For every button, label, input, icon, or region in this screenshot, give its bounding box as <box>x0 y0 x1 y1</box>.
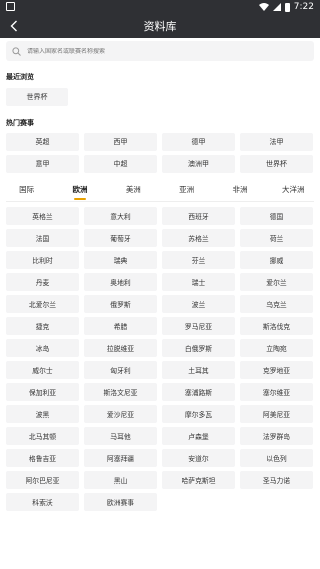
country-item[interactable]: 白俄罗斯 <box>162 339 235 357</box>
country-item[interactable]: 摩尔多瓦 <box>162 405 235 423</box>
country-item[interactable]: 阿塞拜疆 <box>84 449 157 467</box>
country-item[interactable]: 安道尔 <box>162 449 235 467</box>
country-item[interactable]: 奥地利 <box>84 273 157 291</box>
tab-0[interactable]: 国际 <box>0 183 53 201</box>
tab-5[interactable]: 大洋洲 <box>267 183 320 201</box>
country-item[interactable]: 威尔士 <box>6 361 79 379</box>
country-item[interactable]: 冰岛 <box>6 339 79 357</box>
region-tabs: 国际 欧洲 美洲 亚洲 非洲 大洋洲 <box>0 183 320 201</box>
search-icon <box>12 46 21 56</box>
country-item[interactable]: 土耳其 <box>162 361 235 379</box>
country-item[interactable]: 科索沃 <box>6 493 79 511</box>
back-button[interactable] <box>6 18 22 34</box>
hot-league-item[interactable]: 西甲 <box>84 133 157 151</box>
country-grid: 英格兰 意大利 西班牙 德国法国 葡萄牙 苏格兰 荷兰比利时 瑞典 芬兰 挪威丹麦 奥地利 瑞士 爱尔兰… <box>0 207 320 511</box>
hot-league-item[interactable]: 德甲 <box>162 133 235 151</box>
divider <box>6 201 314 202</box>
country-item[interactable]: 捷克 <box>6 317 79 335</box>
country-item[interactable]: 瑞士 <box>162 273 235 291</box>
country-item[interactable]: 阿美尼亚 <box>240 405 313 423</box>
country-item[interactable]: 波兰 <box>162 295 235 313</box>
country-item[interactable]: 斯洛伐克 <box>240 317 313 335</box>
country-item[interactable]: 北马其顿 <box>6 427 79 445</box>
hot-league-item[interactable]: 澳洲甲 <box>162 155 235 173</box>
country-item[interactable]: 意大利 <box>84 207 157 225</box>
country-item[interactable]: 西班牙 <box>162 207 235 225</box>
recent-title: 最近浏览 <box>6 73 34 81</box>
country-item[interactable]: 欧洲赛事 <box>84 493 157 511</box>
country-item[interactable]: 荷兰 <box>240 229 313 247</box>
hot-leagues-grid: 英超 西甲 德甲 法甲意甲 中超 澳洲甲 世界杯 <box>0 133 320 173</box>
country-item[interactable]: 哈萨克斯坦 <box>162 471 235 489</box>
tab-1[interactable]: 欧洲 <box>53 183 106 201</box>
country-item[interactable]: 圣马力诺 <box>240 471 313 489</box>
country-item[interactable]: 英格兰 <box>6 207 79 225</box>
page-title: 资料库 <box>143 20 177 33</box>
hot-league-item[interactable]: 英超 <box>6 133 79 151</box>
signal-icon <box>272 3 281 11</box>
country-item[interactable]: 北爱尔兰 <box>6 295 79 313</box>
country-item[interactable]: 塞浦路斯 <box>162 383 235 401</box>
country-item[interactable]: 卢森堡 <box>162 427 235 445</box>
hot-league-item[interactable]: 法甲 <box>240 133 313 151</box>
country-item[interactable]: 比利时 <box>6 251 79 269</box>
country-item[interactable]: 挪威 <box>240 251 313 269</box>
country-item[interactable]: 丹麦 <box>6 273 79 291</box>
country-item[interactable]: 瑞典 <box>84 251 157 269</box>
country-item[interactable]: 黑山 <box>84 471 157 489</box>
country-item[interactable]: 塞尔维亚 <box>240 383 313 401</box>
country-item[interactable]: 法国 <box>6 229 79 247</box>
country-item[interactable]: 克罗地亚 <box>240 361 313 379</box>
search-bar[interactable] <box>6 41 314 61</box>
country-item[interactable]: 拉脱维亚 <box>84 339 157 357</box>
country-item[interactable]: 马耳他 <box>84 427 157 445</box>
status-bar: 7:22 <box>0 0 320 14</box>
country-item[interactable]: 格鲁吉亚 <box>6 449 79 467</box>
wifi-icon <box>258 3 269 11</box>
country-item[interactable]: 爱尔兰 <box>240 273 313 291</box>
country-item[interactable]: 斯洛文尼亚 <box>84 383 157 401</box>
battery-icon <box>284 2 290 12</box>
recent-item[interactable]: 世界杯 <box>6 88 68 106</box>
country-item[interactable]: 匈牙利 <box>84 361 157 379</box>
country-item[interactable]: 芬兰 <box>162 251 235 269</box>
hot-title: 热门赛事 <box>6 119 34 127</box>
country-item[interactable]: 立陶宛 <box>240 339 313 357</box>
chevron-left-icon <box>10 20 17 32</box>
country-item[interactable]: 德国 <box>240 207 313 225</box>
country-item[interactable]: 葡萄牙 <box>84 229 157 247</box>
country-item[interactable]: 罗马尼亚 <box>162 317 235 335</box>
status-time: 7:22 <box>293 2 314 12</box>
country-item[interactable]: 苏格兰 <box>162 229 235 247</box>
notification-icon <box>6 2 15 11</box>
hot-league-item[interactable]: 意甲 <box>6 155 79 173</box>
country-item[interactable]: 法罗群岛 <box>240 427 313 445</box>
search-input[interactable] <box>27 47 287 55</box>
country-item[interactable]: 希腊 <box>84 317 157 335</box>
country-item[interactable]: 阿尔巴尼亚 <box>6 471 79 489</box>
tab-3[interactable]: 亚洲 <box>160 183 213 201</box>
country-item[interactable]: 俄罗斯 <box>84 295 157 313</box>
tab-2[interactable]: 美洲 <box>107 183 160 201</box>
hot-league-item[interactable]: 中超 <box>84 155 157 173</box>
country-item[interactable]: 爱沙尼亚 <box>84 405 157 423</box>
country-item[interactable]: 乌克兰 <box>240 295 313 313</box>
hot-league-item[interactable]: 世界杯 <box>240 155 313 173</box>
tab-4[interactable]: 非洲 <box>213 183 266 201</box>
nav-bar: 资料库 <box>0 14 320 38</box>
country-item[interactable]: 波黑 <box>6 405 79 423</box>
country-item[interactable]: 以色列 <box>240 449 313 467</box>
country-item[interactable]: 保加利亚 <box>6 383 79 401</box>
